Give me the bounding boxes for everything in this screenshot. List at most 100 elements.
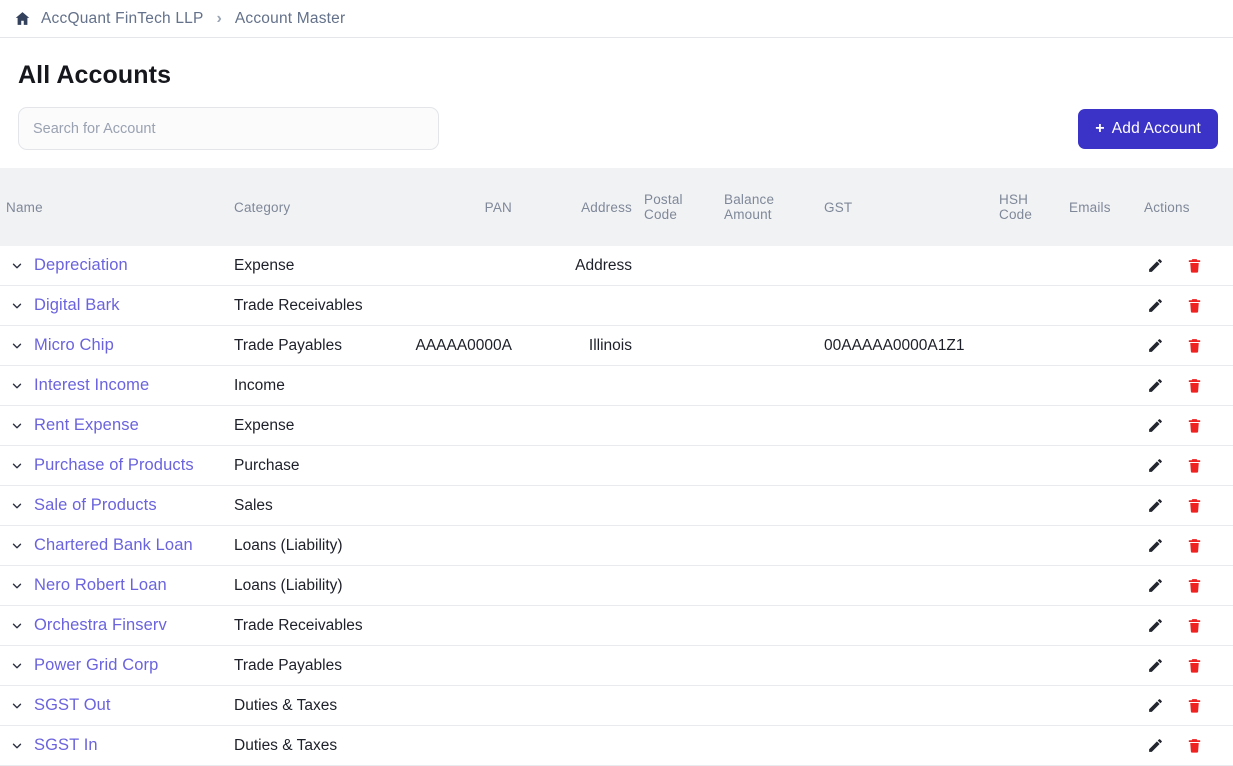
trash-icon[interactable]	[1185, 376, 1204, 395]
column-header-pan[interactable]: PAN	[398, 168, 518, 246]
table-row[interactable]: Sale of Products Sales	[0, 486, 1233, 526]
trash-icon[interactable]	[1185, 256, 1204, 275]
pencil-icon[interactable]	[1146, 256, 1165, 275]
table-row[interactable]: Micro Chip Trade Payables AAAAA0000A Ill…	[0, 326, 1233, 366]
cell-category: Purchase	[228, 446, 398, 486]
cell-hsh-code	[993, 446, 1063, 486]
trash-icon[interactable]	[1185, 496, 1204, 515]
column-header-emails[interactable]: Emails	[1063, 168, 1138, 246]
account-name-link[interactable]: Micro Chip	[34, 336, 114, 355]
chevron-down-icon[interactable]	[6, 535, 28, 557]
pencil-icon[interactable]	[1146, 696, 1165, 715]
cell-address	[518, 726, 638, 766]
account-name-link[interactable]: Depreciation	[34, 256, 128, 275]
column-header-name[interactable]: Name	[0, 168, 228, 246]
column-header-gst[interactable]: GST	[818, 168, 993, 246]
trash-icon[interactable]	[1185, 696, 1204, 715]
column-header-category[interactable]: Category	[228, 168, 398, 246]
table-row[interactable]: Depreciation Expense Address	[0, 246, 1233, 286]
cell-address: Address	[518, 246, 638, 286]
account-name-link[interactable]: Sale of Products	[34, 496, 157, 515]
account-name-link[interactable]: Rent Expense	[34, 416, 139, 435]
cell-name: Chartered Bank Loan	[0, 526, 228, 565]
trash-icon[interactable]	[1185, 416, 1204, 435]
cell-emails	[1063, 406, 1138, 446]
trash-icon[interactable]	[1185, 736, 1204, 755]
cell-name: Power Grid Corp	[0, 646, 228, 685]
account-name-link[interactable]: Purchase of Products	[34, 456, 194, 475]
table-row[interactable]: SGST In Duties & Taxes	[0, 726, 1233, 766]
account-name-link[interactable]: Chartered Bank Loan	[34, 536, 193, 555]
home-icon[interactable]	[14, 10, 31, 27]
column-header-balance-amount[interactable]: Balance Amount	[718, 168, 818, 246]
trash-icon[interactable]	[1185, 456, 1204, 475]
table-header: Name Category PAN Address Postal Code Ba…	[0, 168, 1233, 246]
table-row[interactable]: Orchestra Finserv Trade Receivables	[0, 606, 1233, 646]
pencil-icon[interactable]	[1146, 496, 1165, 515]
chevron-down-icon[interactable]	[6, 495, 28, 517]
cell-postal-code	[638, 566, 718, 606]
table-header-row: Name Category PAN Address Postal Code Ba…	[0, 168, 1233, 246]
pencil-icon[interactable]	[1146, 736, 1165, 755]
pencil-icon[interactable]	[1146, 376, 1165, 395]
chevron-down-icon[interactable]	[6, 735, 28, 757]
pencil-icon[interactable]	[1146, 336, 1165, 355]
cell-pan	[398, 726, 518, 766]
chevron-down-icon[interactable]	[6, 695, 28, 717]
column-header-address[interactable]: Address	[518, 168, 638, 246]
chevron-down-icon[interactable]	[6, 295, 28, 317]
chevron-down-icon[interactable]	[6, 375, 28, 397]
account-name-link[interactable]: Orchestra Finserv	[34, 616, 167, 635]
chevron-down-icon[interactable]	[6, 655, 28, 677]
breadcrumb-section[interactable]: Account Master	[235, 10, 345, 28]
pencil-icon[interactable]	[1146, 536, 1165, 555]
chevron-down-icon[interactable]	[6, 335, 28, 357]
pencil-icon[interactable]	[1146, 656, 1165, 675]
trash-icon[interactable]	[1185, 656, 1204, 675]
account-name-link[interactable]: Power Grid Corp	[34, 656, 158, 675]
table-row[interactable]: Nero Robert Loan Loans (Liability)	[0, 566, 1233, 606]
breadcrumb-company[interactable]: AccQuant FinTech LLP	[41, 10, 204, 28]
pencil-icon[interactable]	[1146, 296, 1165, 315]
table-row[interactable]: SGST Out Duties & Taxes	[0, 686, 1233, 726]
cell-name: Purchase of Products	[0, 446, 228, 485]
table-row[interactable]: Digital Bark Trade Receivables	[0, 286, 1233, 326]
chevron-down-icon[interactable]	[6, 615, 28, 637]
account-name-link[interactable]: Nero Robert Loan	[34, 576, 167, 595]
trash-icon[interactable]	[1185, 336, 1204, 355]
table-row[interactable]: Purchase of Products Purchase	[0, 446, 1233, 486]
cell-actions	[1138, 606, 1233, 646]
search-input[interactable]	[18, 107, 439, 150]
pencil-icon[interactable]	[1146, 416, 1165, 435]
account-name-link[interactable]: Interest Income	[34, 376, 149, 395]
cell-name: Rent Expense	[0, 406, 228, 445]
column-header-hsh-code[interactable]: HSH Code	[993, 168, 1063, 246]
chevron-down-icon[interactable]	[6, 255, 28, 277]
cell-balance-amount	[718, 446, 818, 486]
cell-actions	[1138, 526, 1233, 566]
table-row[interactable]: Chartered Bank Loan Loans (Liability)	[0, 526, 1233, 566]
table-body: Depreciation Expense Address	[0, 246, 1233, 766]
cell-postal-code	[638, 366, 718, 406]
pencil-icon[interactable]	[1146, 576, 1165, 595]
table-row[interactable]: Rent Expense Expense	[0, 406, 1233, 446]
table-row[interactable]: Interest Income Income	[0, 366, 1233, 406]
pencil-icon[interactable]	[1146, 456, 1165, 475]
account-name-link[interactable]: Digital Bark	[34, 296, 120, 315]
trash-icon[interactable]	[1185, 576, 1204, 595]
chevron-down-icon[interactable]	[6, 415, 28, 437]
account-name-link[interactable]: SGST Out	[34, 696, 111, 715]
chevron-down-icon[interactable]	[6, 575, 28, 597]
add-account-button[interactable]: + Add Account	[1078, 109, 1218, 149]
chevron-down-icon[interactable]	[6, 455, 28, 477]
column-header-postal-code[interactable]: Postal Code	[638, 168, 718, 246]
pencil-icon[interactable]	[1146, 616, 1165, 635]
cell-emails	[1063, 286, 1138, 326]
trash-icon[interactable]	[1185, 536, 1204, 555]
cell-emails	[1063, 686, 1138, 726]
account-name-link[interactable]: SGST In	[34, 736, 98, 755]
trash-icon[interactable]	[1185, 296, 1204, 315]
trash-icon[interactable]	[1185, 616, 1204, 635]
table-row[interactable]: Power Grid Corp Trade Payables	[0, 646, 1233, 686]
cell-address	[518, 526, 638, 566]
